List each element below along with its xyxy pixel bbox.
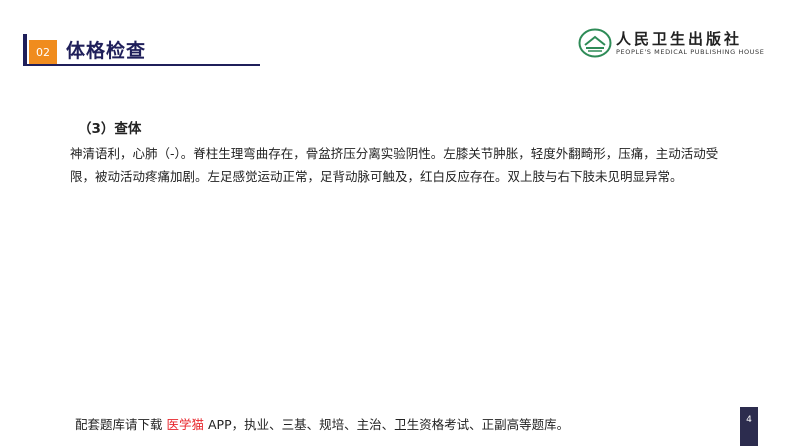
section-number-badge: 02	[29, 40, 57, 65]
title-underline	[27, 64, 260, 66]
publisher-name-cn: 人民卫生出版社	[616, 30, 743, 48]
header-bracket	[23, 34, 27, 66]
publisher-name-en: PEOPLE'S MEDICAL PUBLISHING HOUSE	[616, 48, 765, 56]
exam-findings-paragraph: 神清语利，心肺（-）。脊柱生理弯曲存在，骨盆挤压分离实验阴性。左膝关节肿胀，轻度…	[70, 146, 719, 184]
exam-subheading: （3）查体	[78, 121, 142, 137]
page-number: 4	[740, 407, 758, 446]
footer-note: 配套题库请下载 医学猫 APP，执业、三基、规培、主治、卫生资格考试、正副高等题…	[75, 414, 569, 433]
publisher-emblem-icon	[578, 28, 612, 58]
footer-suffix: APP，执业、三基、规培、主治、卫生资格考试、正副高等题库。	[208, 417, 570, 432]
slide-header: 02 体格检查 人民卫生出版社 PEOPLE'S MEDICAL PUBLISH…	[0, 0, 793, 72]
footer-prefix: 配套题库请下载	[75, 417, 163, 432]
footer-brand-link[interactable]: 医学猫	[167, 417, 205, 432]
section-title: 体格检查	[66, 40, 147, 62]
publisher-logo: 人民卫生出版社 PEOPLE'S MEDICAL PUBLISHING HOUS…	[578, 28, 768, 60]
